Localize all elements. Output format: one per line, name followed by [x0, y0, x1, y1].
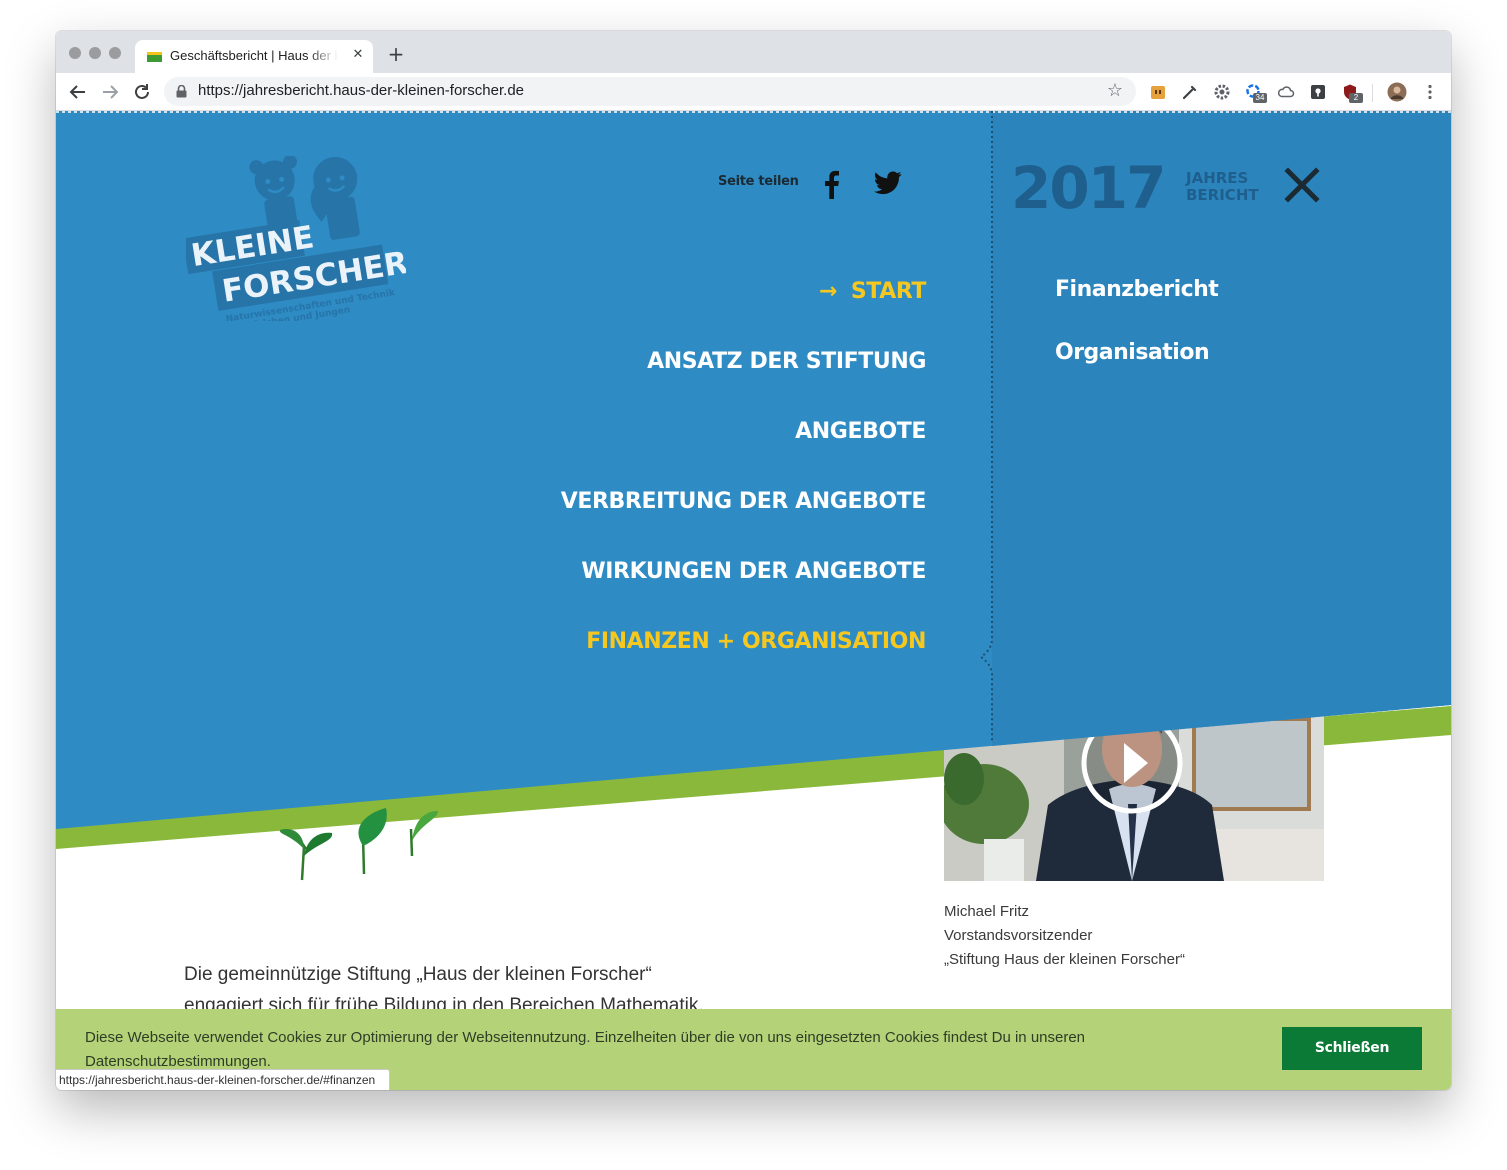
lock-icon: [176, 85, 187, 98]
year-2017: 2017: [1011, 154, 1166, 222]
more-menu-icon[interactable]: [1421, 83, 1439, 101]
arrow-right-icon: →: [818, 279, 837, 304]
sub-item-organisation[interactable]: Organisation: [1055, 340, 1210, 365]
back-arrow-icon: [69, 85, 85, 99]
browser-toolbar: https://jahresbericht.haus-der-kleinen-f…: [56, 73, 1451, 111]
nav-item-verbreitung[interactable]: VERBREITUNG DER ANGEBOTE: [561, 489, 927, 514]
jahresbericht-label: JAHRES BERICHT: [1186, 170, 1259, 204]
window-close-light[interactable]: [69, 47, 81, 59]
navigation-menu-overlay: KLEINE FORSCHER Naturwissenschaften und …: [56, 111, 1451, 1090]
close-menu-icon[interactable]: [1284, 167, 1320, 203]
share-label: Seite teilen: [718, 174, 799, 189]
jahres-label: JAHRES: [1186, 169, 1249, 187]
tab-title: Geschäftsbericht | Haus der kleinen Fors…: [170, 48, 338, 63]
tab-close-icon[interactable]: ✕: [349, 46, 367, 64]
window-minimize-light[interactable]: [89, 47, 101, 59]
url-text[interactable]: https://jahresbericht.haus-der-kleinen-f…: [198, 82, 524, 99]
cookie-notice-text: Diese Webseite verwendet Cookies zur Opt…: [85, 1029, 1086, 1070]
extension-badge-count: 34: [1253, 93, 1267, 103]
cookie-close-button[interactable]: Schließen: [1282, 1027, 1422, 1070]
extension-tamper-icon[interactable]: [1149, 83, 1167, 101]
tab-strip: Geschäftsbericht | Haus der kleinen Fors…: [56, 31, 1451, 73]
nav-item-start[interactable]: → START: [818, 279, 927, 304]
profile-avatar[interactable]: [1387, 82, 1407, 102]
twitter-icon[interactable]: [874, 171, 902, 195]
window-zoom-light[interactable]: [109, 47, 121, 59]
sub-item-finanzbericht[interactable]: Finanzbericht: [1055, 277, 1219, 302]
page-viewport: Michael Fritz Vorstandsvorsitzender „Sti…: [56, 111, 1451, 1090]
address-bar[interactable]: https://jahresbericht.haus-der-kleinen-f…: [164, 77, 1136, 106]
back-button[interactable]: [65, 79, 91, 105]
forward-arrow-icon: [103, 85, 119, 99]
kleine-forscher-logo[interactable]: KLEINE FORSCHER Naturwissenschaften und …: [186, 156, 406, 321]
settings-gear-icon[interactable]: [1213, 83, 1231, 101]
eyedropper-icon[interactable]: [1181, 83, 1199, 101]
extension-sync-button[interactable]: 34: [1245, 83, 1267, 103]
stage: Geschäftsbericht | Haus der kleinen Fors…: [0, 0, 1507, 1170]
extension-badge-count: 2: [1349, 93, 1363, 103]
facebook-icon[interactable]: [822, 169, 840, 199]
active-tab[interactable]: Geschäftsbericht | Haus der kleinen Fors…: [135, 40, 373, 73]
nav-item-label: START: [850, 279, 927, 304]
browser-window: Geschäftsbericht | Haus der kleinen Fors…: [56, 31, 1451, 1090]
forward-button[interactable]: [97, 79, 123, 105]
nav-item-angebote[interactable]: ANGEBOTE: [795, 419, 926, 444]
reload-icon: [135, 84, 149, 99]
new-tab-button[interactable]: +: [386, 44, 406, 64]
favicon-icon: [147, 52, 162, 62]
password-manager-icon[interactable]: [1309, 83, 1327, 101]
extension-shield-button[interactable]: 2: [1341, 83, 1363, 103]
bericht-label: BERICHT: [1186, 186, 1259, 204]
cloud-icon[interactable]: [1277, 83, 1295, 101]
nav-item-ansatz[interactable]: ANSATZ DER STIFTUNG: [647, 349, 926, 374]
bookmark-star-icon[interactable]: ☆: [1104, 80, 1126, 102]
toolbar-divider: [1372, 84, 1373, 102]
nav-item-wirkungen[interactable]: WIRKUNGEN DER ANGEBOTE: [581, 559, 926, 584]
reload-button[interactable]: [129, 79, 155, 105]
nav-item-finanzen-organisation[interactable]: FINANZEN + ORGANISATION: [586, 629, 926, 654]
link-status-bubble: https://jahresbericht.haus-der-kleinen-f…: [56, 1069, 391, 1090]
